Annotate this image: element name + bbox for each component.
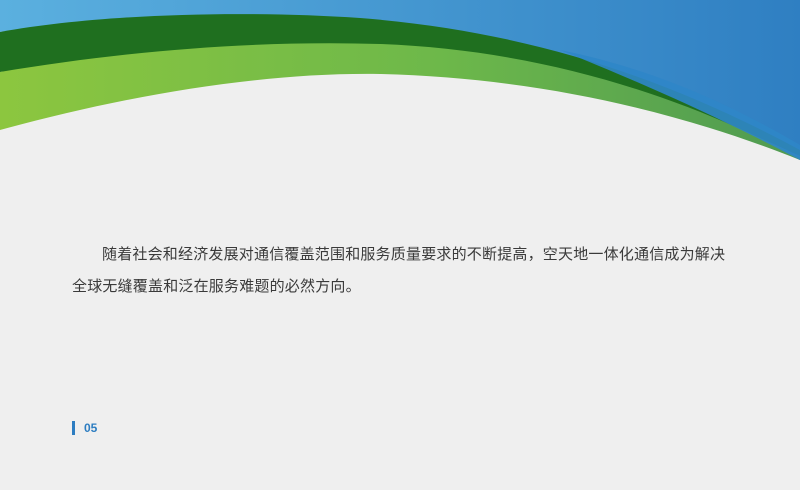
slide: 随着社会和经济发展对通信覆盖范围和服务质量要求的不断提高，空天地一体化通信成为解… [0,0,800,490]
page-number-bar [72,421,75,435]
page-number: 05 [72,421,97,435]
page-number-text: 05 [84,421,98,435]
header-wave-decoration [0,0,800,160]
body-paragraph: 随着社会和经济发展对通信覆盖范围和服务质量要求的不断提高，空天地一体化通信成为解… [72,245,726,295]
